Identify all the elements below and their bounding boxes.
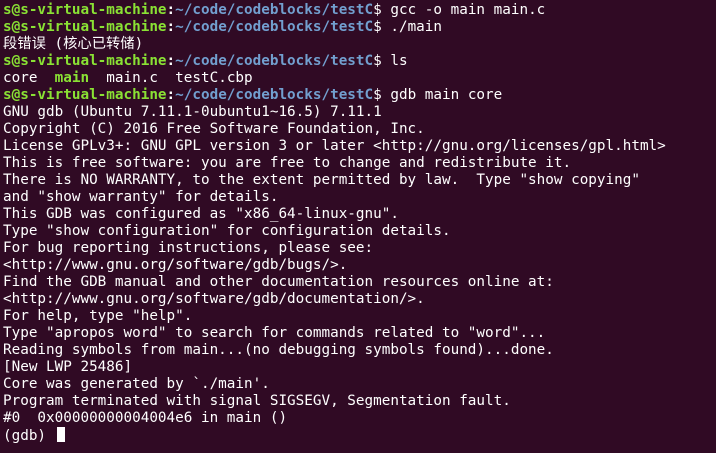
gdb-prompt: (gdb) <box>3 428 55 444</box>
ls-entry-core: core <box>3 70 55 86</box>
gdb-output-line: <http://www.gnu.org/software/gdb/bugs/>. <box>3 257 348 273</box>
text-cursor[interactable] <box>56 427 65 442</box>
prompt-separator: : <box>166 53 176 69</box>
prompt-user-host: s@s-virtual-machine <box>3 53 167 69</box>
prompt-line-run: s@s-virtual-machine:~/code/codeblocks/te… <box>3 19 716 36</box>
prompt-line-ls: s@s-virtual-machine:~/code/codeblocks/te… <box>3 53 716 70</box>
prompt-dollar: $ <box>373 2 391 18</box>
prompt-path: ~/code/codeblocks/testC <box>175 2 374 18</box>
prompt-user-host: s@s-virtual-machine <box>3 19 167 35</box>
prompt-separator: : <box>166 87 176 103</box>
command-text: ./main <box>390 19 443 35</box>
gdb-output-line: Type "apropos word" to search for comman… <box>3 325 546 341</box>
output-line-segfault: 段错误 (核心已转储) <box>3 36 144 52</box>
prompt-separator: : <box>166 19 176 35</box>
command-text: ls <box>390 53 408 69</box>
gdb-output-line: For help, type "help". <box>3 308 193 324</box>
gdb-output-line: Type "show configuration" for configurat… <box>3 223 451 239</box>
output-line-ls: core main main.c testC.cbp <box>3 70 716 87</box>
gdb-output-line: #0 0x00000000004004e6 in main () <box>3 410 288 426</box>
prompt-user-host: s@s-virtual-machine <box>3 87 167 103</box>
gdb-output-line: This GDB was configured as "x86_64-linux… <box>3 206 399 222</box>
gdb-output-line: For bug reporting instructions, please s… <box>3 240 374 256</box>
gdb-output-line: Program terminated with signal SIGSEGV, … <box>3 393 511 409</box>
terminal-output: s@s-virtual-machine:~/code/codeblocks/te… <box>3 2 716 444</box>
prompt-separator: : <box>166 2 176 18</box>
gdb-output-line: and "show warranty" for details. <box>3 189 279 205</box>
command-text: gdb main core <box>390 87 503 103</box>
prompt-line-gdb: s@s-virtual-machine:~/code/codeblocks/te… <box>3 87 716 104</box>
prompt-dollar: $ <box>373 53 391 69</box>
prompt-line-gcc: s@s-virtual-machine:~/code/codeblocks/te… <box>3 2 716 19</box>
gdb-output-line: Reading symbols from main...(no debuggin… <box>3 342 554 358</box>
gdb-output-line: <http://www.gnu.org/software/gdb/documen… <box>3 291 425 307</box>
gdb-output-line: [New LWP 25486] <box>3 359 133 375</box>
prompt-path: ~/code/codeblocks/testC <box>175 53 374 69</box>
terminal-window[interactable]: s@s-virtual-machine:~/code/codeblocks/te… <box>0 0 716 453</box>
ls-entry-main-executable: main <box>54 70 90 86</box>
gdb-output-line: GNU gdb (Ubuntu 7.11.1-0ubuntu1~16.5) 7.… <box>3 104 382 120</box>
gdb-output-line: Core was generated by `./main'. <box>3 376 270 392</box>
command-text: gcc -o main main.c <box>390 2 546 18</box>
gdb-output-line: License GPLv3+: GNU GPL version 3 or lat… <box>3 138 666 154</box>
prompt-dollar: $ <box>373 87 391 103</box>
prompt-user-host: s@s-virtual-machine <box>3 2 167 18</box>
gdb-output-line: Find the GDB manual and other documentat… <box>3 274 554 290</box>
gdb-output-line: This is free software: you are free to c… <box>3 155 572 171</box>
gdb-prompt-line[interactable]: (gdb) <box>3 427 716 444</box>
prompt-dollar: $ <box>373 19 391 35</box>
gdb-output-line: Copyright (C) 2016 Free Software Foundat… <box>3 121 425 137</box>
prompt-path: ~/code/codeblocks/testC <box>175 19 374 35</box>
ls-entry-rest: main.c testC.cbp <box>89 70 253 86</box>
gdb-output-line: There is NO WARRANTY, to the extent perm… <box>3 172 640 188</box>
prompt-path: ~/code/codeblocks/testC <box>175 87 374 103</box>
